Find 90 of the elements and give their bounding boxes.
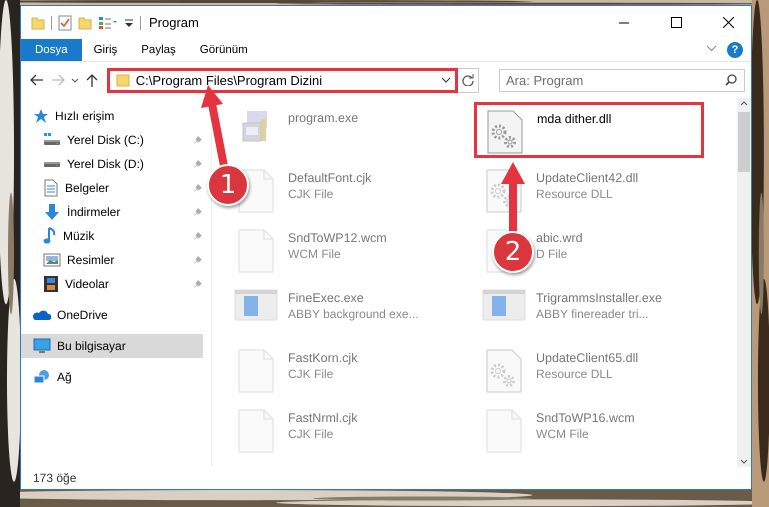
chevron-down-icon — [71, 78, 80, 82]
nav-item[interactable]: Yerel Disk (D:) — [21, 152, 203, 176]
pin-icon[interactable] — [193, 135, 203, 145]
download-icon — [43, 203, 61, 221]
window-title: Program — [149, 15, 199, 30]
nav-item[interactable]: Hızlı erişim — [21, 104, 203, 128]
pin-icon[interactable] — [193, 159, 203, 169]
address-path: C:\Program Files\Program Dizini — [136, 72, 324, 88]
nav-item[interactable]: Bu bilgisayar — [21, 334, 203, 358]
file-type: ABBY finereader tri... — [536, 307, 650, 321]
item-count: 173 öğe — [33, 471, 76, 485]
file-icon — [486, 409, 522, 453]
file-type: ABBY background exe... — [288, 307, 419, 321]
address-field[interactable]: C:\Program Files\Program Dizini — [106, 68, 458, 92]
refresh-icon — [462, 74, 474, 86]
pin-icon[interactable] — [193, 183, 203, 193]
nav-item[interactable]: OneDrive — [21, 303, 203, 327]
folder-icon[interactable] — [31, 16, 45, 30]
dropdown-icon[interactable] — [441, 77, 452, 83]
pin-icon[interactable] — [193, 231, 203, 241]
scrollbar[interactable] — [737, 98, 751, 467]
search-icon — [725, 74, 738, 86]
expand-ribbon-icon[interactable] — [706, 45, 717, 52]
folder-icon — [116, 73, 130, 87]
maximize-icon — [670, 17, 682, 28]
file-name: FineExec.exe — [288, 291, 365, 305]
star-icon — [33, 108, 49, 124]
properties-icon[interactable] — [58, 14, 72, 30]
cloud-icon — [33, 309, 51, 321]
drive-icon — [43, 160, 61, 168]
drive-icon — [43, 132, 61, 148]
network-icon — [33, 369, 51, 385]
file-type: WCM File — [536, 427, 590, 441]
nav-item[interactable]: Belgeler — [21, 176, 203, 200]
new-folder-icon[interactable] — [78, 16, 92, 30]
file-icon — [238, 409, 274, 453]
music-note-icon — [43, 227, 57, 245]
film-icon — [43, 275, 59, 293]
nav-item[interactable]: Ağ — [21, 365, 203, 389]
help-button[interactable]: ? — [727, 42, 743, 58]
ribbon-tab[interactable]: Görünüm — [188, 39, 260, 61]
nav-item[interactable]: İndirmeler — [21, 200, 203, 224]
file-type: CJK File — [288, 427, 334, 441]
file-name: UpdateClient65.dll — [536, 351, 638, 365]
computer-icon — [33, 338, 51, 354]
nav-item[interactable]: Resimler — [21, 248, 203, 272]
view-icon[interactable] — [98, 16, 118, 30]
pin-icon[interactable] — [193, 207, 203, 217]
file-icon — [238, 229, 274, 273]
file-name: SndToWP16.wcm — [536, 411, 635, 425]
file-name: FastKorn.cjk — [288, 351, 358, 365]
file-type: D File — [536, 247, 568, 261]
callout-arrow — [501, 162, 525, 234]
up-arrow-icon — [86, 73, 98, 87]
window-icon — [234, 289, 278, 321]
search-field[interactable]: Ara: Program — [499, 68, 746, 92]
file-type: Resource DLL — [536, 367, 614, 381]
nav-item[interactable]: Müzik — [21, 224, 203, 248]
file-type: Resource DLL — [536, 187, 614, 201]
nav-item[interactable]: Yerel Disk (C:) — [21, 128, 203, 152]
close-icon — [722, 17, 734, 28]
ribbon-tab[interactable]: Dosya — [21, 39, 82, 61]
scroll-thumb[interactable] — [738, 112, 750, 172]
file-name: UpdateClient42.dll — [536, 171, 638, 185]
customize-icon[interactable] — [124, 18, 134, 28]
pin-icon[interactable] — [193, 279, 203, 289]
file-name: abic.wrd — [536, 231, 583, 245]
file-icon — [238, 349, 274, 393]
gear-file-icon — [486, 349, 522, 393]
file-name: TrigrammsInstaller.exe — [536, 291, 662, 305]
forward-arrow-icon — [51, 74, 66, 86]
file-name: mda dither.dll — [537, 112, 612, 126]
document-icon — [43, 179, 59, 197]
minimize-icon — [619, 22, 629, 24]
file-type: CJK File — [288, 367, 334, 381]
ribbon-tab[interactable]: Paylaş — [129, 39, 188, 61]
file-name: SndToWP12.wcm — [288, 231, 387, 245]
back-arrow-icon — [30, 74, 44, 86]
window-icon — [482, 289, 526, 321]
file-type: WCM File — [288, 247, 342, 261]
ribbon-tab[interactable]: Giriş — [82, 39, 130, 61]
file-name: FastNrml.cjk — [288, 411, 358, 425]
file-name: program.exe — [288, 111, 358, 125]
file-type: CJK File — [288, 187, 334, 201]
file-name: DefaultFont.cjk — [288, 171, 372, 185]
refresh-button[interactable] — [458, 68, 480, 92]
picture-icon — [43, 252, 61, 268]
nav-item[interactable]: Videolar — [21, 272, 203, 296]
gear-file-icon — [487, 110, 523, 154]
pin-icon[interactable] — [193, 255, 203, 265]
